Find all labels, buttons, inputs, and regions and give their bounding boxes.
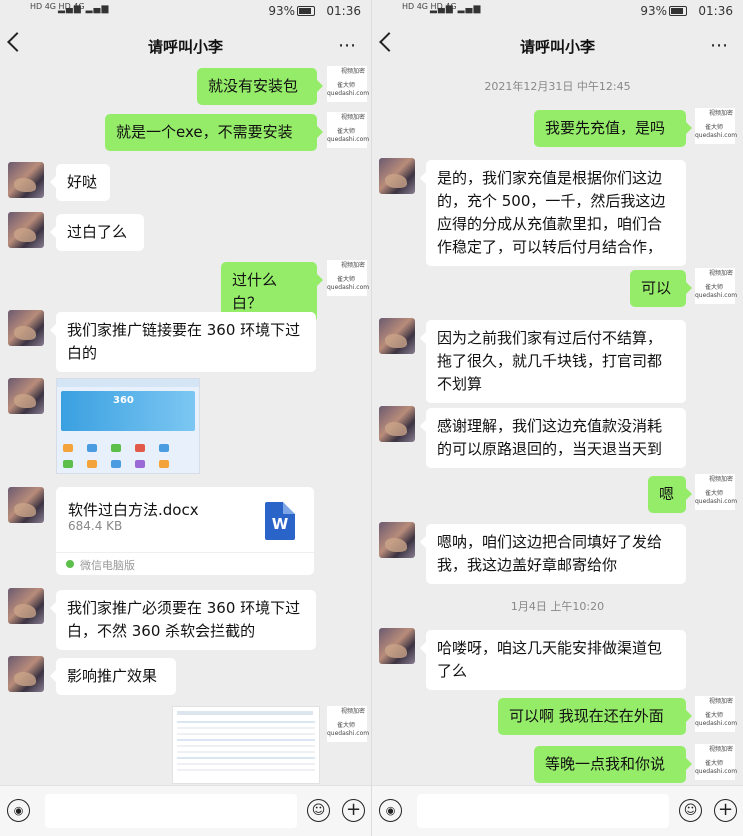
- battery-icon: [297, 6, 315, 16]
- watermark-stamp: 视频加密 雀大师 quedashi.com: [327, 260, 369, 296]
- signal-icon: ▂▄▆ ▂▄▆: [58, 4, 110, 14]
- more-options-icon[interactable]: ⋯: [710, 35, 729, 56]
- message-bubble-outgoing[interactable]: 就是一个exe，不需要安装: [105, 114, 323, 151]
- watermark-stamp: 视频加密 雀大师 quedashi.com: [327, 66, 369, 102]
- watermark-stamp: 视频加密 雀大师 quedashi.com: [327, 706, 369, 742]
- file-message[interactable]: 软件过白方法.docx 684.4 KB W 微信电脑版: [56, 487, 314, 575]
- clock: 01:36: [698, 4, 733, 18]
- voice-input-icon[interactable]: ◉: [379, 799, 402, 822]
- watermark-stamp: 视频加密 雀大师 quedashi.com: [695, 696, 737, 732]
- signal-icon: ▂▄▆ ▂▄▆: [430, 4, 482, 14]
- watermark-stamp: 视频加密 雀大师 quedashi.com: [695, 474, 737, 510]
- input-bar: ◉ ☺ +: [0, 785, 371, 836]
- file-source: 微信电脑版: [80, 559, 135, 572]
- contact-avatar[interactable]: [8, 588, 44, 624]
- status-bar: HD 4G HD 4G ▂▄▆ ▂▄▆ 93% 01:36: [0, 0, 371, 22]
- contact-avatar[interactable]: [379, 318, 415, 354]
- message-bubble-incoming[interactable]: 是的，我们家充值是根据你们这边的，充个 500，一千，然后我这边应得的分成从充值…: [420, 160, 686, 266]
- message-bubble-outgoing[interactable]: 嗯: [648, 476, 692, 513]
- message-bubble-incoming[interactable]: 哈喽呀，咱这几天能安排做渠道包了么: [420, 630, 686, 690]
- contact-avatar[interactable]: [379, 158, 415, 194]
- emoji-icon[interactable]: ☺: [307, 799, 330, 822]
- contact-avatar[interactable]: [379, 628, 415, 664]
- message-bubble-incoming[interactable]: 过白了么: [50, 214, 144, 251]
- chat-title: 请呼叫小李: [519, 38, 595, 56]
- message-input[interactable]: [417, 794, 669, 828]
- chat-title: 请呼叫小李: [147, 38, 223, 56]
- message-timestamp: 2021年12月31日 中午12:45: [484, 80, 631, 93]
- message-bubble-outgoing[interactable]: 就没有安装包: [197, 68, 323, 105]
- contact-avatar[interactable]: [8, 162, 44, 198]
- status-bar: HD 4G HD 4G ▂▄▆ ▂▄▆ 93% 01:36: [372, 0, 743, 22]
- battery-percent: 93%: [640, 4, 667, 18]
- input-bar: ◉ ☺ +: [372, 785, 743, 836]
- plus-icon[interactable]: +: [714, 799, 737, 822]
- clock: 01:36: [326, 4, 361, 18]
- message-input[interactable]: [45, 794, 297, 828]
- message-bubble-incoming[interactable]: 因为之前我们家有过后付不结算，拖了很久，就几千块钱，打官司都不划算: [420, 320, 686, 403]
- message-timestamp: 1月4日 上午10:20: [510, 600, 605, 613]
- message-bubble-outgoing[interactable]: 可以: [630, 270, 692, 307]
- contact-avatar[interactable]: [8, 487, 44, 523]
- wechat-pc-icon: [66, 560, 74, 568]
- contact-avatar[interactable]: [379, 522, 415, 558]
- contact-avatar[interactable]: [8, 212, 44, 248]
- message-bubble-incoming[interactable]: 好哒: [50, 164, 110, 201]
- battery-icon: [669, 6, 687, 16]
- image-caption: 360: [113, 395, 134, 406]
- message-bubble-outgoing[interactable]: 可以啊 我现在还在外面: [498, 698, 692, 735]
- plus-icon[interactable]: +: [342, 799, 365, 822]
- more-options-icon[interactable]: ⋯: [338, 35, 357, 56]
- image-message[interactable]: 360: [56, 378, 200, 474]
- message-bubble-incoming[interactable]: 我们家推广链接要在 360 环境下过白的: [50, 312, 316, 372]
- title-bar: 请呼叫小李 ⋯: [0, 27, 371, 65]
- message-bubble-incoming[interactable]: 感谢理解，我们这边充值款没消耗的可以原路退回的，当天退当天到: [420, 408, 686, 468]
- message-bubble-incoming[interactable]: 嗯呐，咱们这边把合同填好了发给我，我这边盖好章邮寄给你: [420, 524, 686, 584]
- watermark-stamp: 视频加密 雀大师 quedashi.com: [695, 268, 737, 304]
- contact-avatar[interactable]: [8, 310, 44, 346]
- contact-avatar[interactable]: [379, 406, 415, 442]
- watermark-stamp: 视频加密 雀大师 quedashi.com: [327, 112, 369, 148]
- watermark-stamp: 视频加密 雀大师 quedashi.com: [695, 108, 737, 144]
- watermark-stamp: 视频加密 雀大师 quedashi.com: [695, 744, 737, 780]
- file-name: 软件过白方法.docx: [68, 501, 199, 519]
- file-size: 684.4 KB: [68, 519, 123, 533]
- battery-percent: 93%: [268, 4, 295, 18]
- chat-panel-left: HD 4G HD 4G ▂▄▆ ▂▄▆ 93% 01:36 请呼叫小李 ⋯ 就没…: [0, 0, 371, 836]
- voice-input-icon[interactable]: ◉: [7, 799, 30, 822]
- word-doc-icon: W: [265, 502, 295, 540]
- emoji-icon[interactable]: ☺: [679, 799, 702, 822]
- message-bubble-outgoing[interactable]: 我要先充值，是吗: [534, 110, 692, 147]
- message-bubble-outgoing[interactable]: 等晚一点我和你说: [534, 746, 692, 783]
- chat-panel-right: HD 4G HD 4G ▂▄▆ ▂▄▆ 93% 01:36 请呼叫小李 ⋯ 20…: [372, 0, 743, 836]
- message-bubble-incoming[interactable]: 影响推广效果: [50, 658, 176, 695]
- contact-avatar[interactable]: [8, 378, 44, 414]
- title-bar: 请呼叫小李 ⋯: [372, 27, 743, 65]
- contact-avatar[interactable]: [8, 656, 44, 692]
- image-message[interactable]: [172, 706, 320, 784]
- message-bubble-incoming[interactable]: 我们家推广必须要在 360 环境下过白，不然 360 杀软会拦截的: [50, 590, 316, 650]
